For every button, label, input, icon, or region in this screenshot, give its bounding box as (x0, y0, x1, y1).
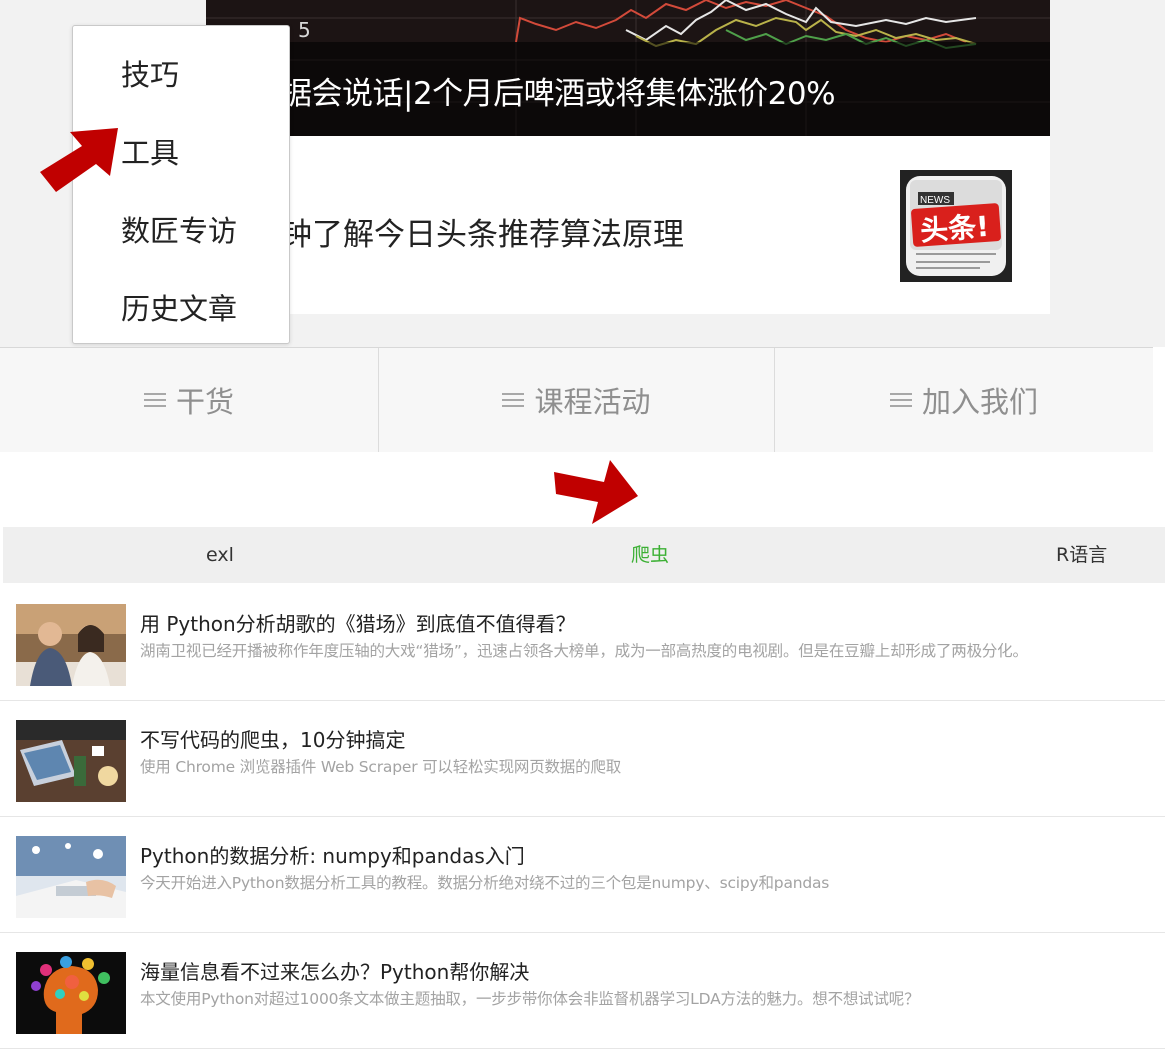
article-title[interactable]: 不写代码的爬虫，10分钟搞定 (140, 724, 405, 753)
tab-resources-label: 干货 (175, 385, 234, 419)
red-arrow-icon (40, 128, 118, 192)
article-thumbnail (16, 720, 126, 802)
article-title[interactable]: Python的数据分析: numpy和pandas入门 (140, 840, 525, 869)
menu-icon (143, 389, 166, 411)
banner-axis-number: 5 (298, 18, 311, 42)
article-thumbnail (16, 952, 126, 1034)
article-title[interactable]: 海量信息看不过来怎么办？Python帮你解决 (140, 956, 529, 985)
menu-icon (889, 389, 912, 411)
featured-article-title[interactable]: 钟了解今日头条推荐算法原理 (281, 209, 684, 254)
category-tab-crawler[interactable]: 爬虫 (631, 527, 669, 583)
category-tab-r-language[interactable]: R语言 (1056, 527, 1107, 583)
menu-item-history[interactable]: 历史文章 (121, 286, 237, 328)
article-description: 今天开始进入Python数据分析工具的教程。数据分析绝对绕不过的三个包是nump… (140, 874, 830, 892)
article-description: 本文使用Python对超过1000条文本做主题抽取，一步步带你体会非监督机器学习… (140, 990, 920, 1008)
article-list-item[interactable]: Python的数据分析: numpy和pandas入门 今天开始进入Python… (0, 816, 1165, 933)
category-tab-bar: exl 爬虫 R语言 (3, 527, 1165, 583)
thumb-news-label: NEWS (920, 195, 950, 206)
tab-courses[interactable]: 课程活动 (379, 348, 774, 452)
article-list-item[interactable]: 不写代码的爬虫，10分钟搞定 使用 Chrome 浏览器插件 Web Scrap… (0, 700, 1165, 817)
article-thumbnail (16, 836, 126, 918)
banner-title[interactable]: 据会说话|2个月后啤酒或将集体涨价20% (281, 68, 836, 113)
category-tab-exl[interactable]: exl (206, 527, 234, 583)
tab-join-us-label: 加入我们 (921, 385, 1038, 419)
article-list-item[interactable]: 用 Python分析胡歌的《猎场》到底值不值得看？ 湖南卫视已经开播被称作年度压… (0, 584, 1165, 701)
article-description: 使用 Chrome 浏览器插件 Web Scraper 可以轻松实现网页数据的爬… (140, 758, 622, 776)
menu-item-interviews[interactable]: 数匠专访 (121, 208, 237, 250)
red-arrow-icon (554, 460, 638, 524)
menu-icon (502, 389, 525, 411)
menu-item-tips[interactable]: 技巧 (121, 52, 179, 94)
featured-article-card[interactable]: 钟了解今日头条推荐算法原理 NEWS 头条! (206, 136, 1050, 314)
menu-item-tools[interactable]: 工具 (121, 130, 179, 172)
toutiao-news-thumbnail: NEWS 头条! (900, 170, 1012, 282)
bottom-tab-bar: 干货 课程活动 加入我们 (0, 347, 1153, 452)
article-list-item[interactable]: 海量信息看不过来怎么办？Python帮你解决 本文使用Python对超过1000… (0, 932, 1165, 1049)
tab-courses-label: 课程活动 (534, 385, 651, 419)
thumb-toutiao-label: 头条! (919, 210, 990, 248)
article-description: 湖南卫视已经开播被称作年度压轴的大戏“猎场”，迅速占领各大榜单，成为一部高热度的… (140, 642, 1028, 660)
tab-resources[interactable]: 干货 (0, 348, 378, 452)
article-title[interactable]: 用 Python分析胡歌的《猎场》到底值不值得看？ (140, 608, 576, 637)
tab-join-us[interactable]: 加入我们 (775, 348, 1153, 452)
article-thumbnail (16, 604, 126, 686)
featured-banner[interactable]: 5 据会说话|2个月后啤酒或将集体涨价20% (206, 0, 1050, 136)
top-area: 5 据会说话|2个月后啤酒或将集体涨价20% 钟了解今日头条推荐算法原理 NEW… (0, 0, 1165, 347)
